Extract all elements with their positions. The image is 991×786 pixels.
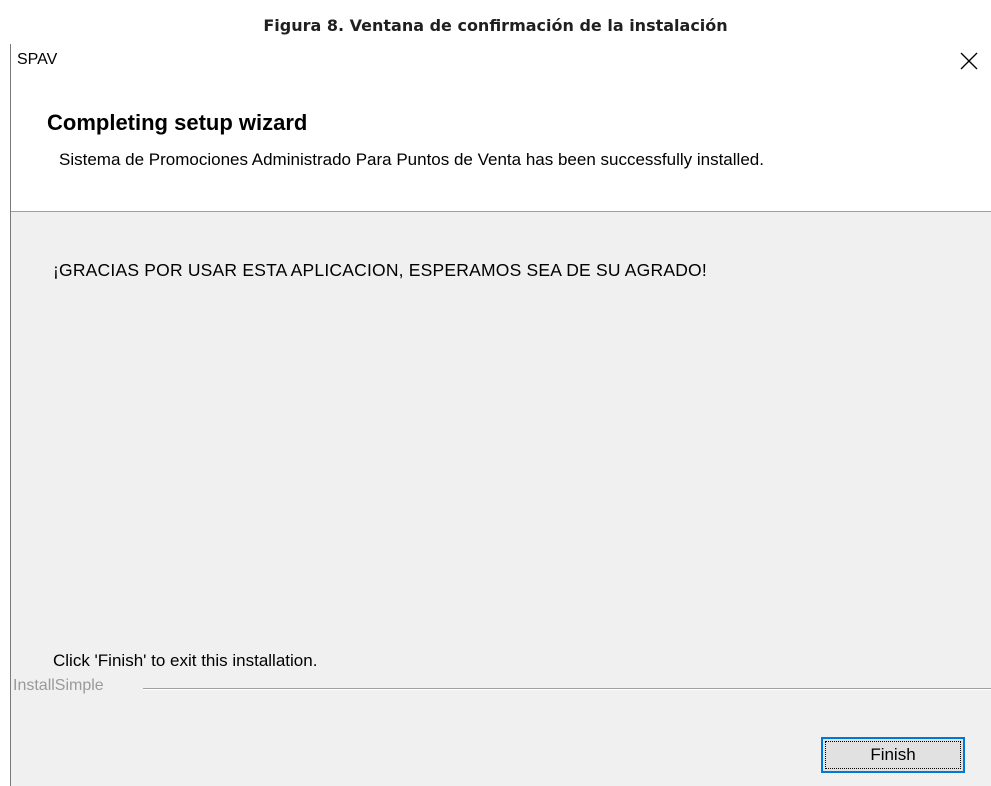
close-button[interactable] [947, 44, 991, 77]
figure-caption: Figura 8. Ventana de confirmación de la … [263, 16, 728, 35]
separator-line [143, 688, 991, 690]
brand-separator: InstallSimple [11, 677, 991, 697]
thank-you-message: ¡GRACIAS POR USAR ESTA APLICACION, ESPER… [53, 260, 707, 280]
finish-button[interactable]: Finish [821, 737, 965, 773]
window-title: SPAV [17, 51, 58, 68]
document-page: Figura 8. Ventana de confirmación de la … [0, 0, 991, 786]
wizard-body: ¡GRACIAS POR USAR ESTA APLICACION, ESPER… [11, 212, 991, 786]
wizard-subtitle: Sistema de Promociones Administrado Para… [59, 150, 764, 169]
window-titlebar: SPAV [11, 44, 991, 77]
wizard-header: Completing setup wizard Sistema de Promo… [11, 77, 991, 212]
close-icon [960, 52, 978, 69]
installer-brand: InstallSimple [13, 677, 104, 694]
wizard-title: Completing setup wizard [47, 110, 308, 135]
finish-instruction: Click 'Finish' to exit this installation… [53, 651, 318, 670]
setup-wizard-window: SPAV Completing setup wizard Sistema de … [10, 44, 991, 786]
